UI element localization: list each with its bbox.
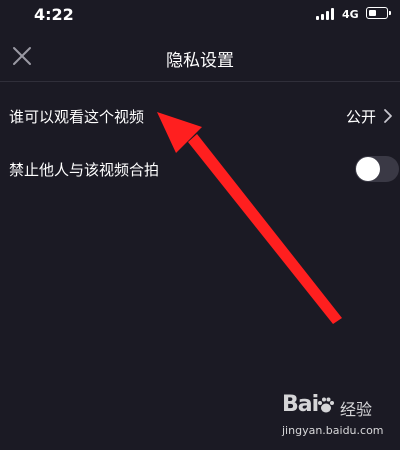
watermark-brand: Bai	[282, 392, 319, 417]
watermark-brand-cn: 经验	[340, 400, 373, 419]
status-time: 4:22	[34, 5, 74, 24]
status-bar: 4:22 4G	[0, 0, 400, 30]
chevron-right-icon	[384, 109, 392, 123]
signal-icon	[316, 8, 336, 20]
baidu-jingyan-watermark: Bai 经验 jingyan.baidu.com	[282, 392, 394, 444]
battery-fill	[368, 9, 377, 16]
toggle-knob	[356, 157, 380, 181]
setting-label: 禁止他人与该视频合拍	[9, 161, 160, 179]
setting-label: 谁可以观看这个视频	[9, 108, 145, 126]
nav-bar: 隐私设置	[0, 30, 400, 82]
network-type: 4G	[342, 8, 359, 21]
setting-disable-duet: 禁止他人与该视频合拍	[0, 142, 400, 196]
setting-who-can-watch[interactable]: 谁可以观看这个视频 公开	[0, 89, 400, 143]
battery-icon	[366, 7, 391, 19]
page-title: 隐私设置	[166, 51, 234, 71]
paw-icon	[318, 397, 334, 413]
setting-value: 公开	[345, 108, 376, 126]
duet-toggle[interactable]	[355, 156, 399, 182]
watermark-url: jingyan.baidu.com	[282, 424, 384, 437]
privacy-settings-screen: 4:22 4G 隐私设置 谁可以观看这个视频 公开 禁止他人与该视频合拍 Bai…	[0, 0, 400, 450]
